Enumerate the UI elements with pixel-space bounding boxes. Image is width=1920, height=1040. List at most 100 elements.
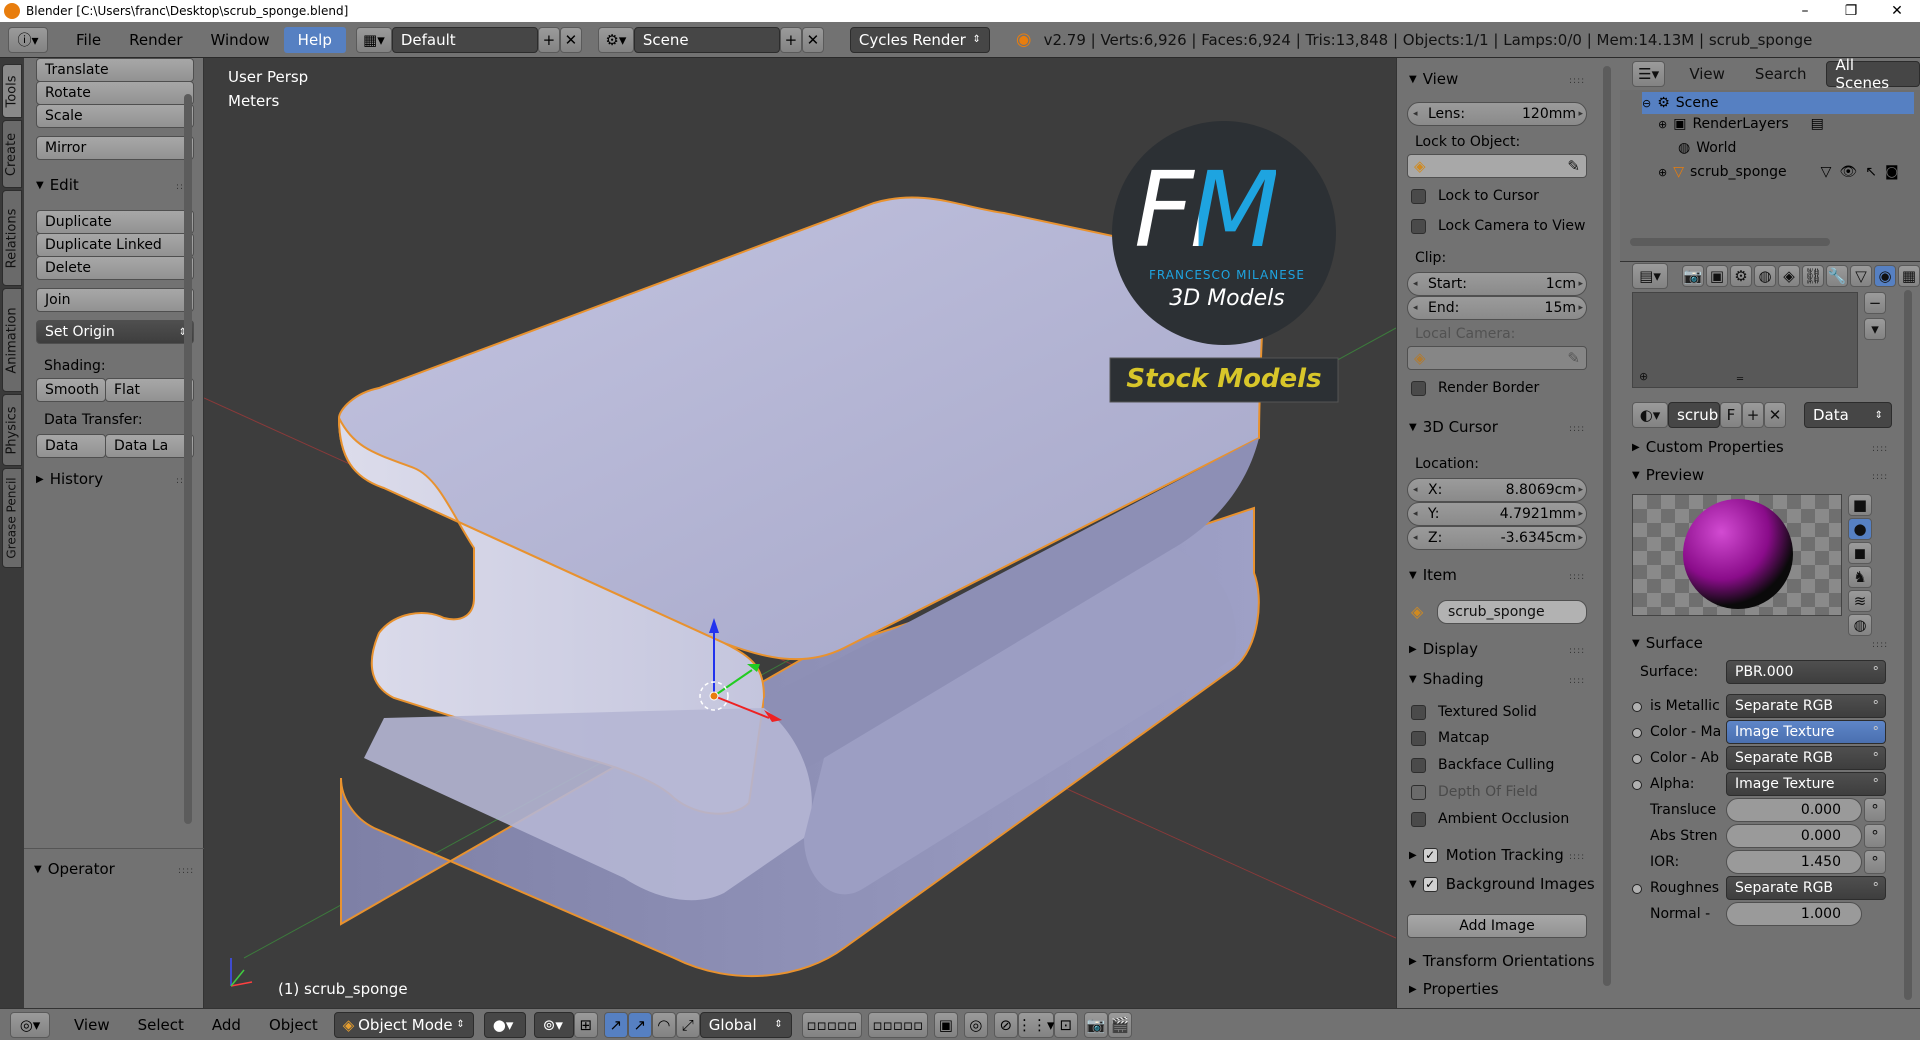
translate-button[interactable]: Translate [36, 58, 194, 82]
list-resize-grip-icon[interactable]: ═ [1737, 374, 1743, 385]
list-add-icon[interactable]: ⊕ [1639, 370, 1648, 383]
socket-icon[interactable] [1632, 728, 1642, 738]
layers-tab-icon[interactable]: ▣ [1706, 265, 1728, 287]
render-border-checkbox[interactable]: Render Border [1411, 380, 1539, 396]
alpha-input[interactable]: Image Texture [1726, 772, 1886, 796]
menu-render[interactable]: Render [115, 27, 196, 53]
transform-orientations-panel-header[interactable]: ▶ Transform Orientations [1409, 952, 1595, 970]
view-panel-header[interactable]: ▼ View [1409, 70, 1458, 88]
toolshelf-scrollbar[interactable] [184, 94, 192, 824]
object-tab-icon[interactable]: ◈ [1778, 265, 1800, 287]
scene-layers-grid-2[interactable]: ▫▫▫▫▫ [867, 1011, 928, 1038]
drag-grip-icon[interactable]: :::: [178, 866, 194, 876]
edit-panel-header[interactable]: ▼ Edit [36, 176, 79, 194]
properties-panel-header[interactable]: ▶ Properties [1409, 980, 1499, 998]
outliner-hscrollbar[interactable] [1630, 238, 1830, 246]
menu-view[interactable]: View [74, 1016, 110, 1034]
textured-solid-checkbox[interactable]: Textured Solid [1411, 704, 1537, 720]
transform-orientation-select[interactable]: Global ⇕ [699, 1011, 792, 1038]
socket-link-button[interactable]: ° [1864, 798, 1886, 822]
render-camera-icon[interactable]: ◙ [1885, 164, 1899, 180]
item-name-field[interactable]: scrub_sponge [1437, 600, 1587, 624]
lock-to-cursor-checkbox[interactable]: Lock to Cursor [1411, 188, 1539, 204]
menu-select[interactable]: Select [138, 1016, 184, 1034]
eye-icon[interactable]: 👁 [1839, 164, 1857, 180]
preview-sky-icon[interactable]: ◍ [1848, 614, 1872, 636]
outliner-item-world[interactable]: ◍ World [1678, 140, 1736, 156]
ambient-occlusion-checkbox[interactable]: Ambient Occlusion [1411, 811, 1569, 827]
viewport-shading-select[interactable]: ●▾ [483, 1011, 526, 1038]
npanel-scrollbar[interactable] [1603, 66, 1611, 986]
preview-hair-icon[interactable]: ≋ [1848, 590, 1872, 612]
remove-screen-button[interactable]: ✕ [559, 26, 582, 53]
socket-icon[interactable] [1632, 702, 1642, 712]
item-panel-header[interactable]: ▼ Item [1409, 566, 1457, 584]
eyedropper-icon[interactable]: ✎ [1567, 157, 1580, 175]
remove-scene-button[interactable]: ✕ [801, 26, 824, 53]
close-button[interactable]: ✕ [1874, 0, 1920, 22]
outliner-filter-select[interactable]: All Scenes [1826, 56, 1920, 92]
tab-grease-pencil[interactable]: Grease Pencil [2, 468, 22, 568]
3d-cursor-panel-header[interactable]: ▼ 3D Cursor [1409, 418, 1498, 436]
list-specials-button[interactable]: ▾ [1864, 318, 1886, 340]
properties-editor-type-button[interactable]: ▤▾ [1632, 263, 1668, 289]
ior-slider[interactable]: 1.450 [1726, 850, 1862, 874]
world-tab-icon[interactable]: ◍ [1754, 265, 1776, 287]
scale-button[interactable]: Scale [36, 104, 194, 128]
add-scene-button[interactable]: + [779, 26, 802, 53]
fake-user-button[interactable]: F [1720, 402, 1742, 428]
scale-manipulator-icon[interactable]: ⤢ [675, 1011, 700, 1038]
rotate-manipulator-icon[interactable]: ◠ [651, 1011, 676, 1038]
set-origin-menu[interactable]: Set Origin ⇕ [36, 320, 194, 344]
lock-camera-checkbox[interactable]: Lock Camera to View [1411, 218, 1586, 234]
outliner-search-menu[interactable]: Search [1755, 65, 1807, 83]
cursor-x-field[interactable]: X: 8.8069cm [1407, 478, 1587, 502]
constraints-tab-icon[interactable]: ⛓ [1802, 265, 1824, 287]
outliner-view-menu[interactable]: View [1689, 65, 1725, 83]
socket-link-button[interactable]: ° [1864, 850, 1886, 874]
material-tab-icon[interactable]: ◉ [1874, 265, 1896, 287]
clip-start-field[interactable]: Start: 1cm [1407, 272, 1587, 296]
preview-sphere-icon[interactable]: ● [1848, 518, 1872, 540]
outliner-item-scrub-sponge[interactable]: ⊕ ▽ scrub_sponge ▽ 👁 ↖ ◙ [1658, 164, 1899, 180]
outliner-editor-type-button[interactable]: ☰▾ [1632, 61, 1666, 87]
rotate-button[interactable]: Rotate [36, 81, 194, 105]
manipulator-toggle-icon[interactable]: ⊞ [573, 1011, 598, 1038]
editor-type-info-button[interactable]: ⓘ▾ [8, 26, 48, 53]
material-link-select[interactable]: Data ⇕ [1804, 402, 1892, 428]
menu-add[interactable]: Add [212, 1016, 241, 1034]
data-transfer-layers-button[interactable]: Data La [105, 434, 194, 458]
tab-relations[interactable]: Relations [2, 190, 22, 286]
join-button[interactable]: Join [36, 288, 194, 312]
tab-tools[interactable]: Tools [2, 64, 22, 118]
lock-object-field[interactable]: ◈ ✎ [1407, 154, 1587, 178]
normal-slider[interactable]: 1.000 [1726, 902, 1862, 926]
menu-file[interactable]: File [62, 27, 115, 53]
interaction-mode-select[interactable]: ◈ Object Mode ⇕ [333, 1011, 474, 1038]
socket-icon[interactable] [1632, 780, 1642, 790]
drag-grip-icon[interactable]: :::: [1569, 424, 1585, 434]
new-material-button[interactable]: + [1742, 402, 1764, 428]
delete-button[interactable]: Delete [36, 256, 194, 280]
background-images-checkbox[interactable]: ✓ [1422, 876, 1438, 892]
add-image-button[interactable]: Add Image [1407, 914, 1587, 938]
preview-cube-icon[interactable]: ◼ [1848, 542, 1872, 564]
scrub-sponge-mesh[interactable] [337, 196, 1266, 978]
cursor-select-icon[interactable]: ↖ [1865, 164, 1877, 180]
minimize-button[interactable]: – [1782, 0, 1828, 22]
socket-icon[interactable] [1632, 884, 1642, 894]
scene-browse-button[interactable]: ⚙▾ [597, 26, 634, 53]
material-name-field[interactable]: scrub [1668, 402, 1720, 428]
pivot-point-select[interactable]: ⊚▾ [533, 1011, 574, 1038]
render-layer-toggle-icon[interactable]: ▤ [1811, 116, 1824, 132]
translate-manipulator-icon[interactable]: ↗ [603, 1011, 628, 1038]
menu-object[interactable]: Object [269, 1016, 318, 1034]
data-tab-icon[interactable]: ▽ [1850, 265, 1872, 287]
color-ab-input[interactable]: Separate RGB [1726, 746, 1886, 770]
render-opengl-image-icon[interactable]: 📷 [1083, 1011, 1108, 1038]
proportional-edit-icon[interactable]: ◎ [963, 1011, 988, 1038]
scene-field[interactable]: Scene [633, 26, 780, 53]
screen-layout-field[interactable]: Default [391, 26, 538, 53]
tab-physics[interactable]: Physics [2, 394, 22, 466]
background-images-panel-header[interactable]: ▼ ✓ Background Images [1409, 875, 1595, 893]
